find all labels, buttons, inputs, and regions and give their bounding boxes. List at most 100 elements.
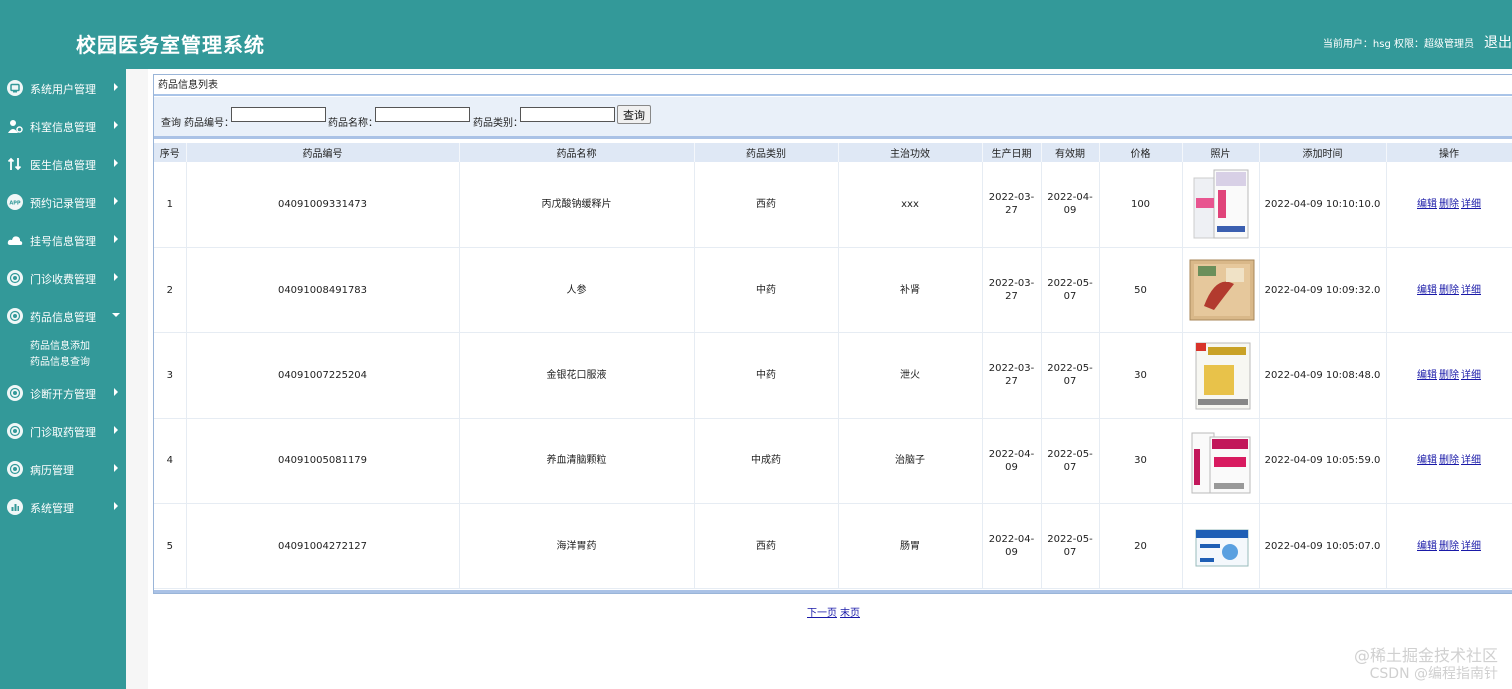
edit-link[interactable]: 编辑 — [1417, 541, 1437, 552]
sidebar-item-medical-records[interactable]: 病历管理 — [0, 450, 126, 488]
photo-cell — [1182, 503, 1260, 590]
medicine-name: 金银花口服液 — [459, 332, 695, 419]
row-number: 2 — [154, 247, 187, 334]
delete-link[interactable]: 删除 — [1439, 199, 1459, 210]
sidebar-item-label: 门诊收费管理 — [30, 273, 96, 286]
sidebar-item-appointments[interactable]: APP 预约记录管理 — [0, 183, 126, 221]
sidebar-item-system-users[interactable]: 系统用户管理 — [0, 69, 126, 107]
medicine-name: 海洋胃药 — [459, 503, 695, 590]
sidebar-item-doctors[interactable]: 医生信息管理 — [0, 145, 126, 183]
medicine-list-panel: 药品信息列表 查询 药品编号： 药品名称： 药品类别： 查询 序号 药品编号 药… — [153, 74, 1512, 594]
sidebar-item-medicines[interactable]: 药品信息管理 — [0, 297, 126, 335]
sidebar-item-label: 挂号信息管理 — [30, 235, 96, 248]
content-gutter — [126, 69, 148, 689]
sidebar: 系统用户管理 科室信息管理 医生信息管理 APP 预约记录管理 挂号信息管理 门… — [0, 69, 126, 689]
chevron-right-icon — [114, 388, 118, 396]
chevron-right-icon — [114, 426, 118, 434]
col-header: 主治功效 — [838, 143, 983, 162]
medicine-name-input[interactable] — [375, 107, 470, 122]
app-title: 校园医务室管理系统 — [76, 33, 265, 57]
operations-cell: 编辑 删除 详细 — [1386, 162, 1512, 248]
edit-link[interactable]: 编辑 — [1417, 199, 1437, 210]
sidebar-item-dispensing[interactable]: 门诊取药管理 — [0, 412, 126, 450]
expiry-date: 2022-05-07 — [1041, 503, 1100, 590]
detail-link[interactable]: 详细 — [1461, 455, 1481, 466]
sidebar-subitem-add-medicine[interactable]: 药品信息添加 — [30, 337, 90, 352]
expiry-date: 2022-05-07 — [1041, 332, 1100, 419]
sidebar-item-label: 预约记录管理 — [30, 197, 96, 210]
sidebar-item-prescriptions[interactable]: 诊断开方管理 — [0, 374, 126, 412]
added-time: 2022-04-09 10:08:48.0 — [1259, 332, 1387, 419]
medicine-code: 04091004272127 — [186, 503, 460, 590]
delete-link[interactable]: 删除 — [1439, 541, 1459, 552]
detail-link[interactable]: 详细 — [1461, 285, 1481, 296]
medicine-effect: 补肾 — [838, 247, 983, 334]
price: 30 — [1099, 332, 1183, 419]
added-time: 2022-04-09 10:10:10.0 — [1259, 162, 1387, 248]
edit-link[interactable]: 编辑 — [1417, 370, 1437, 381]
row-number: 1 — [154, 162, 187, 248]
logout-link[interactable]: 退出 — [1484, 32, 1512, 52]
medicine-effect: 肠胃 — [838, 503, 983, 590]
medicine-photo — [1186, 339, 1256, 411]
medicine-name: 丙戊酸钠缓释片 — [459, 162, 695, 248]
sidebar-item-departments[interactable]: 科室信息管理 — [0, 107, 126, 145]
medicine-effect: 治脑子 — [838, 418, 983, 505]
sidebar-item-label: 门诊取药管理 — [30, 426, 96, 439]
edit-link[interactable]: 编辑 — [1417, 455, 1437, 466]
transfer-icon — [7, 156, 23, 172]
chevron-right-icon — [114, 83, 118, 91]
user-info: 当前用户：hsg 权限：超级管理员 — [1322, 39, 1474, 50]
sidebar-item-label: 系统管理 — [30, 502, 74, 515]
search-button[interactable]: 查询 — [617, 105, 651, 124]
expiry-date: 2022-05-07 — [1041, 418, 1100, 505]
medicine-code: 04091009331473 — [186, 162, 460, 248]
medicine-category-input[interactable] — [520, 107, 615, 122]
price: 20 — [1099, 503, 1183, 590]
target-icon — [7, 308, 23, 324]
last-page-link[interactable]: 末页 — [840, 608, 860, 619]
sidebar-item-billing[interactable]: 门诊收费管理 — [0, 259, 126, 297]
detail-link[interactable]: 详细 — [1461, 541, 1481, 552]
sidebar-subitem-query-medicine[interactable]: 药品信息查询 — [30, 353, 90, 368]
col-header: 药品编号 — [186, 143, 460, 162]
panel-bottom-border — [154, 590, 1512, 593]
svg-text:APP: APP — [9, 201, 21, 207]
col-header: 照片 — [1182, 143, 1260, 162]
medicine-name: 养血清脑颗粒 — [459, 418, 695, 505]
medicine-code-input[interactable] — [231, 107, 326, 122]
medicine-photo — [1186, 425, 1256, 497]
medicine-code: 04091007225204 — [186, 332, 460, 419]
medicine-photo — [1186, 168, 1256, 240]
medicine-effect: xxx — [838, 162, 983, 248]
table-row: 5 04091004272127 海洋胃药 西药 肠胃 2022-04-09 2… — [154, 503, 1512, 590]
panel-title: 药品信息列表 — [154, 75, 1512, 96]
medicine-category: 中成药 — [694, 418, 839, 505]
delete-link[interactable]: 删除 — [1439, 370, 1459, 381]
added-time: 2022-04-09 10:09:32.0 — [1259, 247, 1387, 334]
sidebar-item-label: 科室信息管理 — [30, 121, 96, 134]
sidebar-item-label: 诊断开方管理 — [30, 388, 96, 401]
col-header: 药品类别 — [694, 143, 839, 162]
medicine-effect: 泄火 — [838, 332, 983, 419]
top-header: 校园医务室管理系统 当前用户：hsg 权限：超级管理员 退出 — [0, 0, 1512, 69]
edit-link[interactable]: 编辑 — [1417, 285, 1437, 296]
sidebar-item-registration[interactable]: 挂号信息管理 — [0, 221, 126, 259]
price: 100 — [1099, 162, 1183, 248]
sidebar-item-label: 药品信息管理 — [30, 311, 96, 324]
category-label: 药品类别： — [473, 118, 523, 129]
sidebar-item-system[interactable]: 系统管理 — [0, 488, 126, 526]
next-page-link[interactable]: 下一页 — [807, 608, 837, 619]
medicine-name: 人参 — [459, 247, 695, 334]
target-icon — [7, 270, 23, 286]
delete-link[interactable]: 删除 — [1439, 455, 1459, 466]
detail-link[interactable]: 详细 — [1461, 199, 1481, 210]
sidebar-item-label: 系统用户管理 — [30, 83, 96, 96]
table-row: 4 04091005081179 养血清脑颗粒 中成药 治脑子 2022-04-… — [154, 418, 1512, 505]
col-header: 药品名称 — [459, 143, 695, 162]
medicine-photo — [1186, 510, 1256, 582]
price: 50 — [1099, 247, 1183, 334]
delete-link[interactable]: 删除 — [1439, 285, 1459, 296]
detail-link[interactable]: 详细 — [1461, 370, 1481, 381]
production-date: 2022-03-27 — [982, 332, 1042, 419]
